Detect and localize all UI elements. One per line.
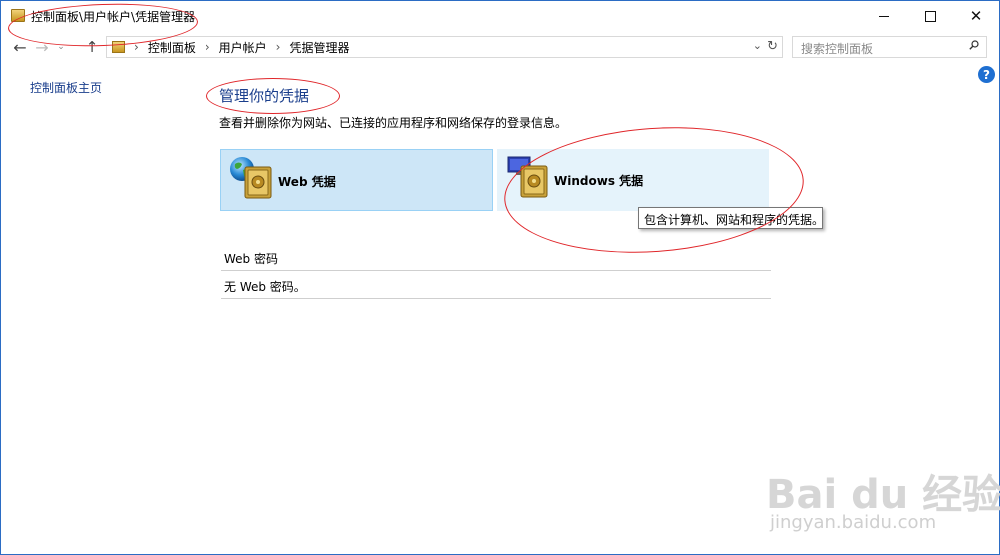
page-title: 管理你的凭据 <box>219 87 310 105</box>
breadcrumb-credential-manager[interactable]: 凭据管理器 <box>289 39 349 56</box>
recent-locations-button[interactable]: ⌄ <box>55 37 67 57</box>
navigation-bar: ← → ⌄ ↑ › 控制面板 › 用户帐户 › 凭据管理器 ⌄ ↻ 搜索控制面板 <box>1 32 999 62</box>
vault-icon <box>520 165 548 198</box>
minimize-button[interactable] <box>861 1 907 31</box>
address-dropdown-icon[interactable]: ⌄ <box>753 39 762 52</box>
breadcrumb-user-accounts[interactable]: 用户帐户 <box>219 39 267 56</box>
divider <box>221 298 771 299</box>
up-button[interactable]: ↑ <box>83 37 101 57</box>
web-passwords-header: Web 密码 <box>224 252 278 266</box>
no-web-passwords-text: 无 Web 密码。 <box>224 280 306 294</box>
watermark-url: jingyan.baidu.com <box>770 512 937 533</box>
arrow-left-icon: ← <box>13 37 27 57</box>
divider <box>221 270 771 271</box>
search-icon[interactable] <box>969 40 979 50</box>
search-box[interactable]: 搜索控制面板 <box>792 36 987 58</box>
breadcrumb-separator[interactable]: › <box>276 40 281 54</box>
vault-icon <box>244 166 272 199</box>
credential-manager-icon <box>11 9 25 22</box>
breadcrumb-separator: › <box>134 40 139 54</box>
windows-credentials-label: Windows 凭据 <box>554 174 644 188</box>
maximize-icon <box>924 10 936 22</box>
windows-credentials-tile[interactable]: Windows 凭据 <box>497 149 769 211</box>
window-title: 控制面板\用户帐户\凭据管理器 <box>31 10 196 24</box>
address-bar[interactable]: › 控制面板 › 用户帐户 › 凭据管理器 ⌄ ↻ <box>106 36 783 58</box>
arrow-right-icon: → <box>35 37 49 57</box>
web-credentials-tile[interactable]: Web 凭据 <box>220 149 493 211</box>
control-panel-home-link[interactable]: 控制面板主页 <box>30 79 102 96</box>
minimize-icon <box>879 15 889 17</box>
title-bar: 控制面板\用户帐户\凭据管理器 ✕ <box>1 1 999 31</box>
breadcrumb-control-panel[interactable]: 控制面板 <box>148 39 196 56</box>
forward-button[interactable]: → <box>33 37 51 57</box>
help-button[interactable]: ? <box>978 66 995 83</box>
back-button[interactable]: ← <box>11 37 29 57</box>
close-button[interactable]: ✕ <box>953 1 999 31</box>
search-placeholder: 搜索控制面板 <box>801 42 874 56</box>
arrow-up-icon: ↑ <box>85 38 99 56</box>
breadcrumb-separator[interactable]: › <box>205 40 210 54</box>
chevron-down-icon: ⌄ <box>57 42 65 52</box>
close-icon: ✕ <box>969 7 983 25</box>
refresh-icon[interactable]: ↻ <box>767 39 778 54</box>
control-panel-icon <box>112 41 125 53</box>
page-description: 查看并删除你为网站、已连接的应用程序和网络保存的登录信息。 <box>219 116 568 130</box>
web-credentials-label: Web 凭据 <box>278 175 336 189</box>
tooltip: 包含计算机、网站和程序的凭据。 <box>638 207 824 229</box>
maximize-button[interactable] <box>907 1 953 31</box>
